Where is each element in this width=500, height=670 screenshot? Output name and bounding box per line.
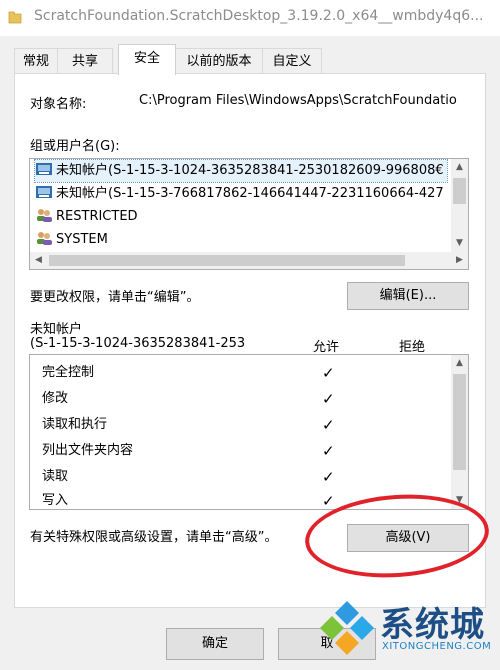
watermark-logo: 系统城 XITONGCHENG.COM <box>318 595 498 665</box>
scroll-left-icon[interactable]: ◀ <box>30 252 47 269</box>
scroll-thumb[interactable] <box>453 374 466 470</box>
group-list-vertical-scrollbar[interactable]: ▲ ▼ <box>451 159 468 252</box>
scroll-down-icon[interactable]: ▼ <box>451 235 468 252</box>
list-item[interactable]: RESTRICTED <box>35 206 138 228</box>
permissions-for-sid: (S-1-15-3-1024-3635283841-253 <box>30 336 246 351</box>
list-item-label: RESTRICTED <box>56 209 138 224</box>
deny-column-header: 拒绝 <box>399 340 426 355</box>
allow-check-icon: ✓ <box>322 442 335 460</box>
allow-column-header: 允许 <box>313 340 340 355</box>
list-item[interactable]: SYSTEM <box>35 229 108 251</box>
list-item-label: 未知帐户(S-1-15-3-766817862-146641447-223116… <box>56 186 444 201</box>
advanced-settings-hint: 有关特殊权限或高级设置，请单击“高级”。 <box>30 530 278 545</box>
scroll-up-icon[interactable]: ▲ <box>451 159 468 176</box>
permissions-vertical-scrollbar[interactable]: ▲ ▼ <box>451 355 468 509</box>
tab-sharing[interactable]: 共享 <box>57 48 113 74</box>
tab-security[interactable]: 安全 <box>118 44 176 75</box>
permission-name: 写入 <box>42 493 69 508</box>
permission-name: 修改 <box>42 391 69 406</box>
group-list-horizontal-scrollbar[interactable]: ◀ ▶ <box>30 252 468 269</box>
allow-check-icon: ✓ <box>322 492 335 510</box>
list-item[interactable]: 未知帐户(S-1-15-3-1024-3635283841-2530182609… <box>34 159 448 183</box>
users-group-icon <box>37 209 52 222</box>
tab-general[interactable]: 常规 <box>14 48 58 74</box>
list-item-label: 未知帐户(S-1-15-3-1024-3635283841-2530182609… <box>56 163 444 178</box>
change-permissions-hint: 要更改权限，请单击“编辑”。 <box>30 290 200 305</box>
scroll-thumb[interactable] <box>453 178 466 204</box>
allow-check-icon: ✓ <box>322 390 335 408</box>
object-name-label: 对象名称: <box>30 97 87 112</box>
list-item-label: SYSTEM <box>56 232 108 247</box>
scroll-up-icon[interactable]: ▲ <box>451 355 468 372</box>
users-group-icon <box>37 232 52 245</box>
allow-check-icon: ✓ <box>322 416 335 434</box>
group-user-list[interactable]: 未知帐户(S-1-15-3-1024-3635283841-2530182609… <box>29 158 469 270</box>
tab-previous-versions[interactable]: 以前的版本 <box>175 48 263 74</box>
unknown-account-icon <box>36 186 52 198</box>
scroll-right-icon[interactable]: ▶ <box>451 252 468 269</box>
watermark-subtext: XITONGCHENG.COM <box>382 641 492 652</box>
watermark-text: 系统城 <box>380 605 485 645</box>
watermark-diamond-icon <box>320 601 374 655</box>
permissions-list[interactable]: 完全控制 ✓ 修改 ✓ 读取和执行 ✓ 列出文件夹内容 ✓ 读取 ✓ 写入 ✓ … <box>29 354 469 510</box>
allow-check-icon: ✓ <box>322 364 335 382</box>
permission-name: 列出文件夹内容 <box>42 443 134 458</box>
allow-check-icon: ✓ <box>322 468 335 486</box>
ok-button[interactable]: 确定 <box>166 628 264 660</box>
permissions-for-label: 未知帐户 <box>30 322 83 337</box>
permission-name: 完全控制 <box>42 365 95 380</box>
permission-name: 读取和执行 <box>42 417 108 432</box>
window-title: ScratchFoundation.ScratchDesktop_3.19.2.… <box>34 8 484 24</box>
edit-button[interactable]: 编辑(E)... <box>347 282 469 310</box>
group-list-label: 组或用户名(G): <box>30 139 120 154</box>
title-bar: ScratchFoundation.ScratchDesktop_3.19.2.… <box>0 0 500 36</box>
object-name-value: C:\Program Files\WindowsApps\ScratchFoun… <box>139 93 457 108</box>
unknown-account-icon <box>36 163 52 175</box>
permission-name: 读取 <box>42 469 69 484</box>
tab-customize[interactable]: 自定义 <box>262 48 322 74</box>
list-item[interactable]: 未知帐户(S-1-15-3-766817862-146641447-223116… <box>35 183 447 205</box>
folder-icon <box>8 11 22 24</box>
scroll-thumb[interactable] <box>49 255 405 266</box>
